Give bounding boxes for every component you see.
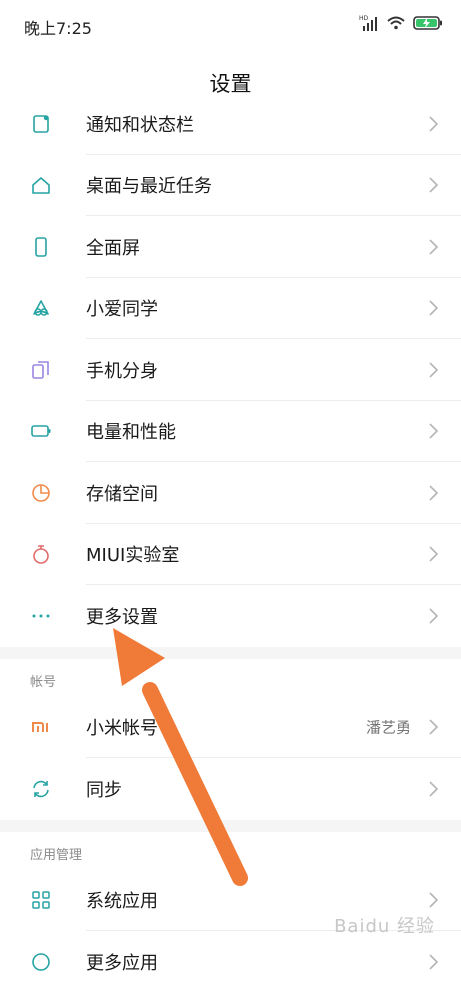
settings-item-desktop[interactable]: 桌面与最近任务 xyxy=(0,154,461,216)
more-dots-icon xyxy=(32,614,50,618)
settings-item-xiaoai[interactable]: 小爱同学 xyxy=(0,277,461,339)
settings-item-label: 更多设置 xyxy=(86,606,158,628)
settings-item-label: 小爱同学 xyxy=(86,299,158,321)
chevron-right-icon xyxy=(429,954,439,970)
settings-item-label: 同步 xyxy=(86,779,122,801)
settings-item-label: 电量和性能 xyxy=(86,422,176,444)
settings-item-label: 更多应用 xyxy=(86,952,158,974)
section-header-account: 帐号 xyxy=(0,658,461,697)
chevron-right-icon xyxy=(429,423,439,439)
settings-item-label: 系统应用 xyxy=(86,891,158,913)
settings-item-notifications[interactable]: 通知和状态栏 xyxy=(0,93,461,155)
settings-item-label: 小米帐号 xyxy=(86,718,158,740)
settings-item-label: 手机分身 xyxy=(86,360,158,382)
chevron-right-icon xyxy=(429,300,439,316)
settings-item-sync[interactable]: 同步 xyxy=(0,758,461,820)
chevron-right-icon xyxy=(429,719,439,735)
lab-flask-icon xyxy=(33,545,49,565)
xiaoai-icon xyxy=(33,300,49,316)
status-icons: HD xyxy=(359,14,443,32)
chevron-right-icon xyxy=(429,546,439,562)
settings-item-more-settings[interactable]: 更多设置 xyxy=(0,585,461,647)
signal-icon: HD xyxy=(359,15,377,31)
settings-item-dual-apps[interactable]: 手机分身 xyxy=(0,339,461,401)
settings-item-label: 通知和状态栏 xyxy=(86,114,194,136)
status-bar: 晚上7:25 HD xyxy=(0,0,461,50)
notification-icon xyxy=(33,114,49,133)
settings-item-battery[interactable]: 电量和性能 xyxy=(0,400,461,462)
chevron-right-icon xyxy=(429,892,439,908)
settings-item-label: MIUI实验室 xyxy=(86,545,180,567)
storage-pie-icon xyxy=(32,483,50,502)
wifi-icon xyxy=(387,16,405,30)
section-title: 应用管理 xyxy=(30,847,83,863)
settings-item-label: 桌面与最近任务 xyxy=(86,176,212,198)
settings-item-label: 全面屏 xyxy=(86,237,140,259)
section-separator xyxy=(0,646,461,659)
status-time: 晚上7:25 xyxy=(24,19,92,38)
battery-charging-icon xyxy=(413,16,442,30)
sync-icon xyxy=(33,780,49,797)
mi-logo-icon xyxy=(32,722,48,733)
section-separator xyxy=(0,819,461,832)
watermark-logo: Baidu 经验 xyxy=(334,916,435,937)
grid-apps-icon xyxy=(32,891,50,909)
section-title: 帐号 xyxy=(30,674,57,690)
chevron-right-icon xyxy=(429,781,439,797)
home-icon xyxy=(32,177,50,195)
chevron-right-icon xyxy=(429,608,439,624)
settings-item-mi-account[interactable]: 小米帐号 潘艺勇 xyxy=(0,696,461,758)
settings-item-fullscreen[interactable]: 全面屏 xyxy=(0,216,461,278)
svg-text:HD: HD xyxy=(359,15,369,22)
settings-item-more-apps[interactable]: 更多应用 xyxy=(0,931,461,993)
settings-item-storage[interactable]: 存储空间 xyxy=(0,462,461,524)
settings-list: 通知和状态栏 桌面与最近任务 全面屏 小爱同学 手机分身 电量和性能 存储空间 … xyxy=(0,93,461,993)
chevron-right-icon xyxy=(429,116,439,132)
settings-item-label: 存储空间 xyxy=(86,483,158,505)
chevron-right-icon xyxy=(429,239,439,255)
settings-item-miui-lab[interactable]: MIUI实验室 xyxy=(0,523,461,585)
chevron-right-icon xyxy=(429,177,439,193)
chevron-right-icon xyxy=(429,362,439,378)
dual-phone-icon xyxy=(32,360,49,379)
battery-icon xyxy=(31,425,51,438)
chevron-right-icon xyxy=(429,485,439,501)
section-header-apps: 应用管理 xyxy=(0,831,461,870)
account-username: 潘艺勇 xyxy=(365,718,411,737)
phone-screen-icon xyxy=(35,236,47,257)
more-apps-icon xyxy=(32,952,50,971)
